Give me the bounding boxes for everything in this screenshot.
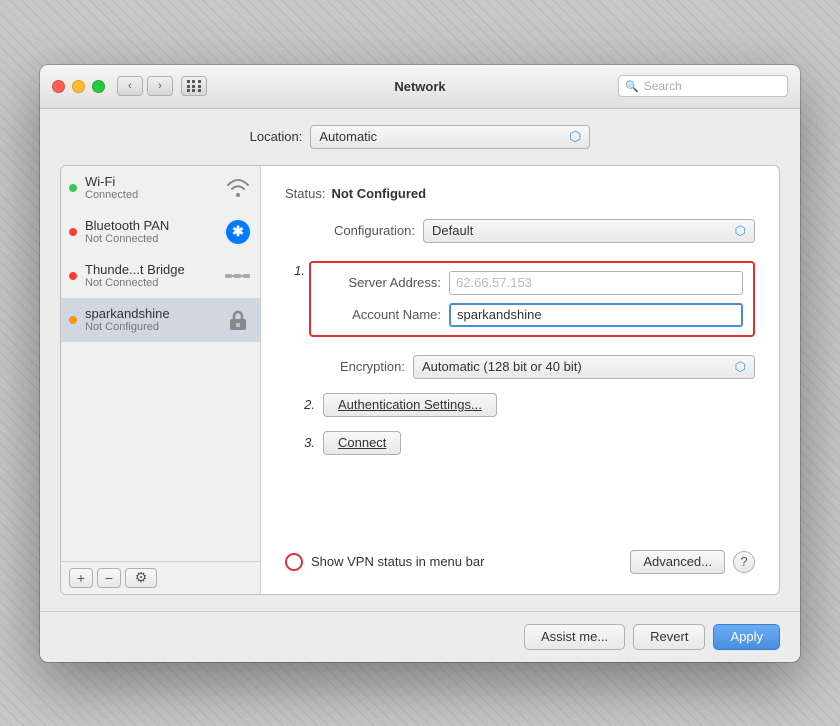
wifi-info: Wi-Fi Connected [85, 174, 216, 201]
sparkandshine-status: Not Configured [85, 321, 216, 333]
add-interface-button[interactable]: + [69, 568, 93, 588]
search-bar[interactable]: 🔍 Search [618, 75, 788, 97]
content-area: Location: Automatic ⬡ Wi-Fi Connected [40, 109, 800, 611]
vpn-fields: Server Address: Account Name: [309, 261, 755, 337]
server-address-label: Server Address: [321, 275, 441, 290]
traffic-lights [52, 80, 105, 93]
main-panel: Wi-Fi Connected [60, 165, 780, 595]
advanced-button[interactable]: Advanced... [630, 550, 725, 574]
location-label: Location: [250, 129, 303, 144]
network-window: ‹ › Network 🔍 Search Location: Automatic… [40, 65, 800, 662]
server-address-input[interactable] [449, 271, 743, 295]
revert-button[interactable]: Revert [633, 624, 705, 650]
titlebar: ‹ › Network 🔍 Search [40, 65, 800, 109]
thunderbolt-info: Thunde...t Bridge Not Connected [85, 262, 216, 289]
sparkandshine-info: sparkandshine Not Configured [85, 306, 216, 333]
nav-buttons: ‹ › [117, 76, 173, 96]
configuration-value: Default [432, 223, 473, 238]
thunderbolt-name: Thunde...t Bridge [85, 262, 216, 277]
vpn-status-label: Show VPN status in menu bar [311, 554, 622, 569]
maximize-button[interactable] [92, 80, 105, 93]
wifi-name: Wi-Fi [85, 174, 216, 189]
connect-button[interactable]: Connect [323, 431, 401, 455]
search-placeholder: Search [644, 79, 682, 93]
window-footer: Assist me... Revert Apply [40, 611, 800, 662]
sparkandshine-status-dot [69, 316, 77, 324]
location-select[interactable]: Automatic ⬡ [310, 125, 590, 149]
auth-settings-button[interactable]: Authentication Settings... [323, 393, 497, 417]
sidebar-footer: + − ⚙ [61, 561, 260, 594]
bridge-icon [224, 262, 252, 290]
help-button[interactable]: ? [733, 551, 755, 573]
step3-label: 3. [295, 435, 315, 450]
status-value: Not Configured [331, 186, 426, 201]
thunderbolt-status: Not Connected [85, 277, 216, 289]
remove-interface-button[interactable]: − [97, 568, 121, 588]
account-name-input[interactable] [449, 303, 743, 327]
wifi-status: Connected [85, 189, 216, 201]
sidebar: Wi-Fi Connected [61, 166, 261, 594]
auth-settings-row: 2. Authentication Settings... [295, 393, 755, 417]
vpn-status-checkbox[interactable] [285, 553, 303, 571]
sidebar-item-thunderbolt[interactable]: Thunde...t Bridge Not Connected [61, 254, 260, 298]
wifi-icon [224, 174, 252, 202]
right-panel: Status: Not Configured Configuration: De… [261, 166, 779, 594]
bluetooth-status-dot [69, 228, 77, 236]
encryption-arrow-icon: ⬡ [735, 359, 746, 375]
status-row: Status: Not Configured [285, 186, 755, 201]
back-button[interactable]: ‹ [117, 76, 143, 96]
encryption-row: Encryption: Automatic (128 bit or 40 bit… [285, 355, 755, 379]
encryption-select[interactable]: Automatic (128 bit or 40 bit) ⬡ [413, 355, 755, 379]
bluetooth-icon: ✱ [224, 218, 252, 246]
connect-row: 3. Connect [295, 431, 755, 455]
thunderbolt-status-dot [69, 272, 77, 280]
step1-label: 1. [285, 263, 305, 278]
sidebar-item-bluetooth[interactable]: Bluetooth PAN Not Connected ✱ [61, 210, 260, 254]
sidebar-list: Wi-Fi Connected [61, 166, 260, 561]
bluetooth-status: Not Connected [85, 233, 216, 245]
step1-section: 1. Server Address: Account Name: [285, 257, 755, 341]
wifi-status-dot [69, 184, 77, 192]
server-address-row: Server Address: [321, 271, 743, 295]
configuration-label: Configuration: [285, 223, 415, 238]
sidebar-item-wifi[interactable]: Wi-Fi Connected [61, 166, 260, 210]
sparkandshine-name: sparkandshine [85, 306, 216, 321]
config-arrow-icon: ⬡ [735, 223, 746, 239]
bluetooth-info: Bluetooth PAN Not Connected [85, 218, 216, 245]
configuration-select[interactable]: Default ⬡ [423, 219, 755, 243]
grid-button[interactable] [181, 76, 207, 96]
lock-icon [224, 306, 252, 334]
bluetooth-name: Bluetooth PAN [85, 218, 216, 233]
sidebar-item-sparkandshine[interactable]: sparkandshine Not Configured [61, 298, 260, 342]
location-value: Automatic [319, 129, 377, 144]
encryption-value: Automatic (128 bit or 40 bit) [422, 359, 582, 374]
configuration-row: Configuration: Default ⬡ [285, 219, 755, 243]
account-name-row: Account Name: [321, 303, 743, 327]
vpn-status-row: Show VPN status in menu bar Advanced... … [285, 550, 755, 574]
gear-menu-button[interactable]: ⚙ [125, 568, 157, 588]
search-icon: 🔍 [625, 80, 639, 93]
location-arrow-icon: ⬡ [569, 128, 581, 145]
assist-me-button[interactable]: Assist me... [524, 624, 625, 650]
forward-button[interactable]: › [147, 76, 173, 96]
window-title: Network [394, 79, 445, 94]
minimize-button[interactable] [72, 80, 85, 93]
close-button[interactable] [52, 80, 65, 93]
encryption-label: Encryption: [285, 359, 405, 374]
account-name-label: Account Name: [321, 307, 441, 322]
step2-label: 2. [295, 397, 315, 412]
status-label: Status: [285, 186, 325, 201]
location-row: Location: Automatic ⬡ [60, 125, 780, 149]
apply-button[interactable]: Apply [713, 624, 780, 650]
